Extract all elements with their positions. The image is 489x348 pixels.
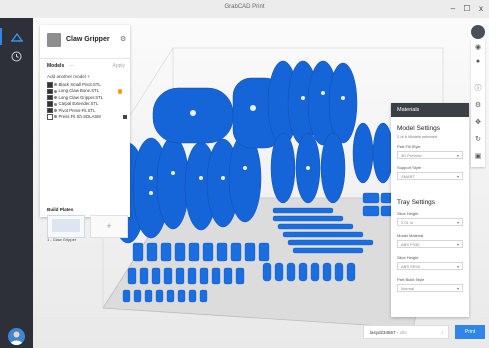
model-material-label: Model Material	[397, 233, 424, 238]
model-name: Carpal Extender.STL	[58, 101, 99, 107]
title-bar: GrabCAD Print – ☐ x	[0, 0, 489, 19]
build-plates-heading: Build Plates	[47, 207, 74, 212]
printer-name: lasyd234567	[370, 330, 396, 335]
project-header: Claw Gripper ⚙	[40, 25, 130, 59]
build-plate-thumbnail	[52, 219, 80, 232]
build-plate-card[interactable]	[47, 215, 85, 238]
model-settings-title: Model Settings	[397, 125, 440, 132]
model-name: Long Claw Gripper.STL	[58, 94, 104, 100]
model-list: Black Small Pivot.STL Long Claw Bone.STL L…	[47, 82, 129, 120]
tray-settings-title: Tray Settings	[397, 199, 436, 206]
info-icon[interactable]: ⓘ	[474, 85, 482, 93]
rotate-icon[interactable]: ↻	[474, 136, 482, 144]
model-settings-subtitle: 2 of 6 Models selected	[397, 134, 438, 139]
nav-print-prep[interactable]	[0, 28, 25, 45]
checkbox[interactable]	[47, 82, 53, 88]
visibility-icon[interactable]	[54, 115, 57, 119]
view-cube-icon[interactable]	[471, 25, 485, 39]
maximize-button[interactable]: ☐	[461, 3, 473, 15]
user-icon	[10, 331, 23, 345]
print-button[interactable]: Print	[455, 325, 485, 339]
build-style-label: Part Build Style	[397, 277, 425, 282]
slice-height-label: Slice Height	[397, 211, 419, 216]
printer-icon	[10, 32, 23, 42]
app-window: GrabCAD Print – ☐ x Claw Gripper ⚙ Model…	[0, 0, 489, 348]
add-build-plate-button[interactable]: +	[90, 215, 128, 238]
apply-link[interactable]: Apply	[112, 63, 125, 69]
slice-height-select[interactable]: 0.01 in	[397, 218, 463, 227]
settings-icon[interactable]: ⚙	[474, 102, 482, 110]
visibility-icon[interactable]	[54, 102, 57, 106]
part-fill-label: Part Fill Style	[397, 144, 421, 149]
models-count: —	[69, 63, 74, 69]
materials-header: Materials	[391, 103, 469, 117]
scale-icon[interactable]: ▣	[474, 153, 482, 161]
checkbox[interactable]	[47, 88, 53, 94]
slice-height-2-label: Slice Height	[397, 255, 419, 260]
support-style-label: Support Style	[397, 165, 422, 170]
add-model-link[interactable]: Add another model +	[47, 74, 90, 79]
user-avatar[interactable]	[8, 328, 25, 345]
left-sidebar	[0, 18, 33, 348]
project-thumbnail-icon	[47, 33, 61, 47]
nav-history[interactable]	[8, 48, 25, 65]
camera-icon[interactable]: ◉	[474, 44, 482, 52]
visibility-icon[interactable]	[54, 89, 57, 93]
support-style-select[interactable]: SMART	[397, 172, 463, 181]
right-toolbar: ◉ ● ⓘ ⚙ ✥ ↻ ▣	[471, 40, 485, 167]
build-style-select[interactable]: Normal	[397, 284, 463, 293]
visibility-icon[interactable]	[54, 83, 57, 87]
move-icon[interactable]: ✥	[474, 119, 482, 127]
close-button[interactable]: x	[475, 3, 487, 15]
model-material-select[interactable]: ABS P430	[397, 240, 463, 249]
check-icon[interactable]	[123, 114, 127, 119]
window-title: GrabCAD Print	[224, 4, 265, 10]
slice-height-2-select[interactable]: ABS SR30	[397, 262, 463, 271]
printer-selector[interactable]: lasyd234567 • Idle ›	[363, 325, 449, 339]
printer-status: Idle	[399, 330, 407, 335]
checkbox[interactable]	[47, 94, 53, 101]
models-heading: Models	[47, 63, 65, 69]
checkbox[interactable]	[47, 114, 53, 120]
gear-icon[interactable]: ⚙	[120, 35, 126, 43]
chevron-right-icon: ›	[441, 330, 444, 335]
visibility-icon[interactable]	[54, 108, 57, 112]
build-plate-label: 1 - Claw Gripper	[47, 237, 77, 242]
model-list-item[interactable]: Press Fit Sh.SDLASM	[47, 114, 129, 120]
model-name: Long Claw Bone.STL	[58, 88, 100, 94]
project-panel: Claw Gripper ⚙ Models — Apply Add anothe…	[40, 25, 130, 242]
materials-panel: Materials Model Settings 2 of 6 Models s…	[391, 103, 469, 317]
clock-icon	[11, 51, 22, 62]
warning-icon[interactable]	[117, 89, 122, 94]
project-title: Claw Gripper	[66, 36, 110, 43]
checkbox[interactable]	[47, 101, 53, 107]
model-name: Pivot Press-Fit.STL	[58, 107, 96, 113]
model-name: Black Small Pivot.STL	[58, 82, 101, 87]
model-name: Press Fit Sh.SDLASM	[58, 113, 101, 119]
visibility-icon[interactable]	[54, 96, 57, 100]
checkbox[interactable]	[47, 107, 53, 114]
minimize-button[interactable]: –	[447, 3, 459, 15]
part-fill-select[interactable]: 3D Preview	[397, 151, 463, 160]
circle-icon[interactable]: ●	[474, 58, 482, 66]
